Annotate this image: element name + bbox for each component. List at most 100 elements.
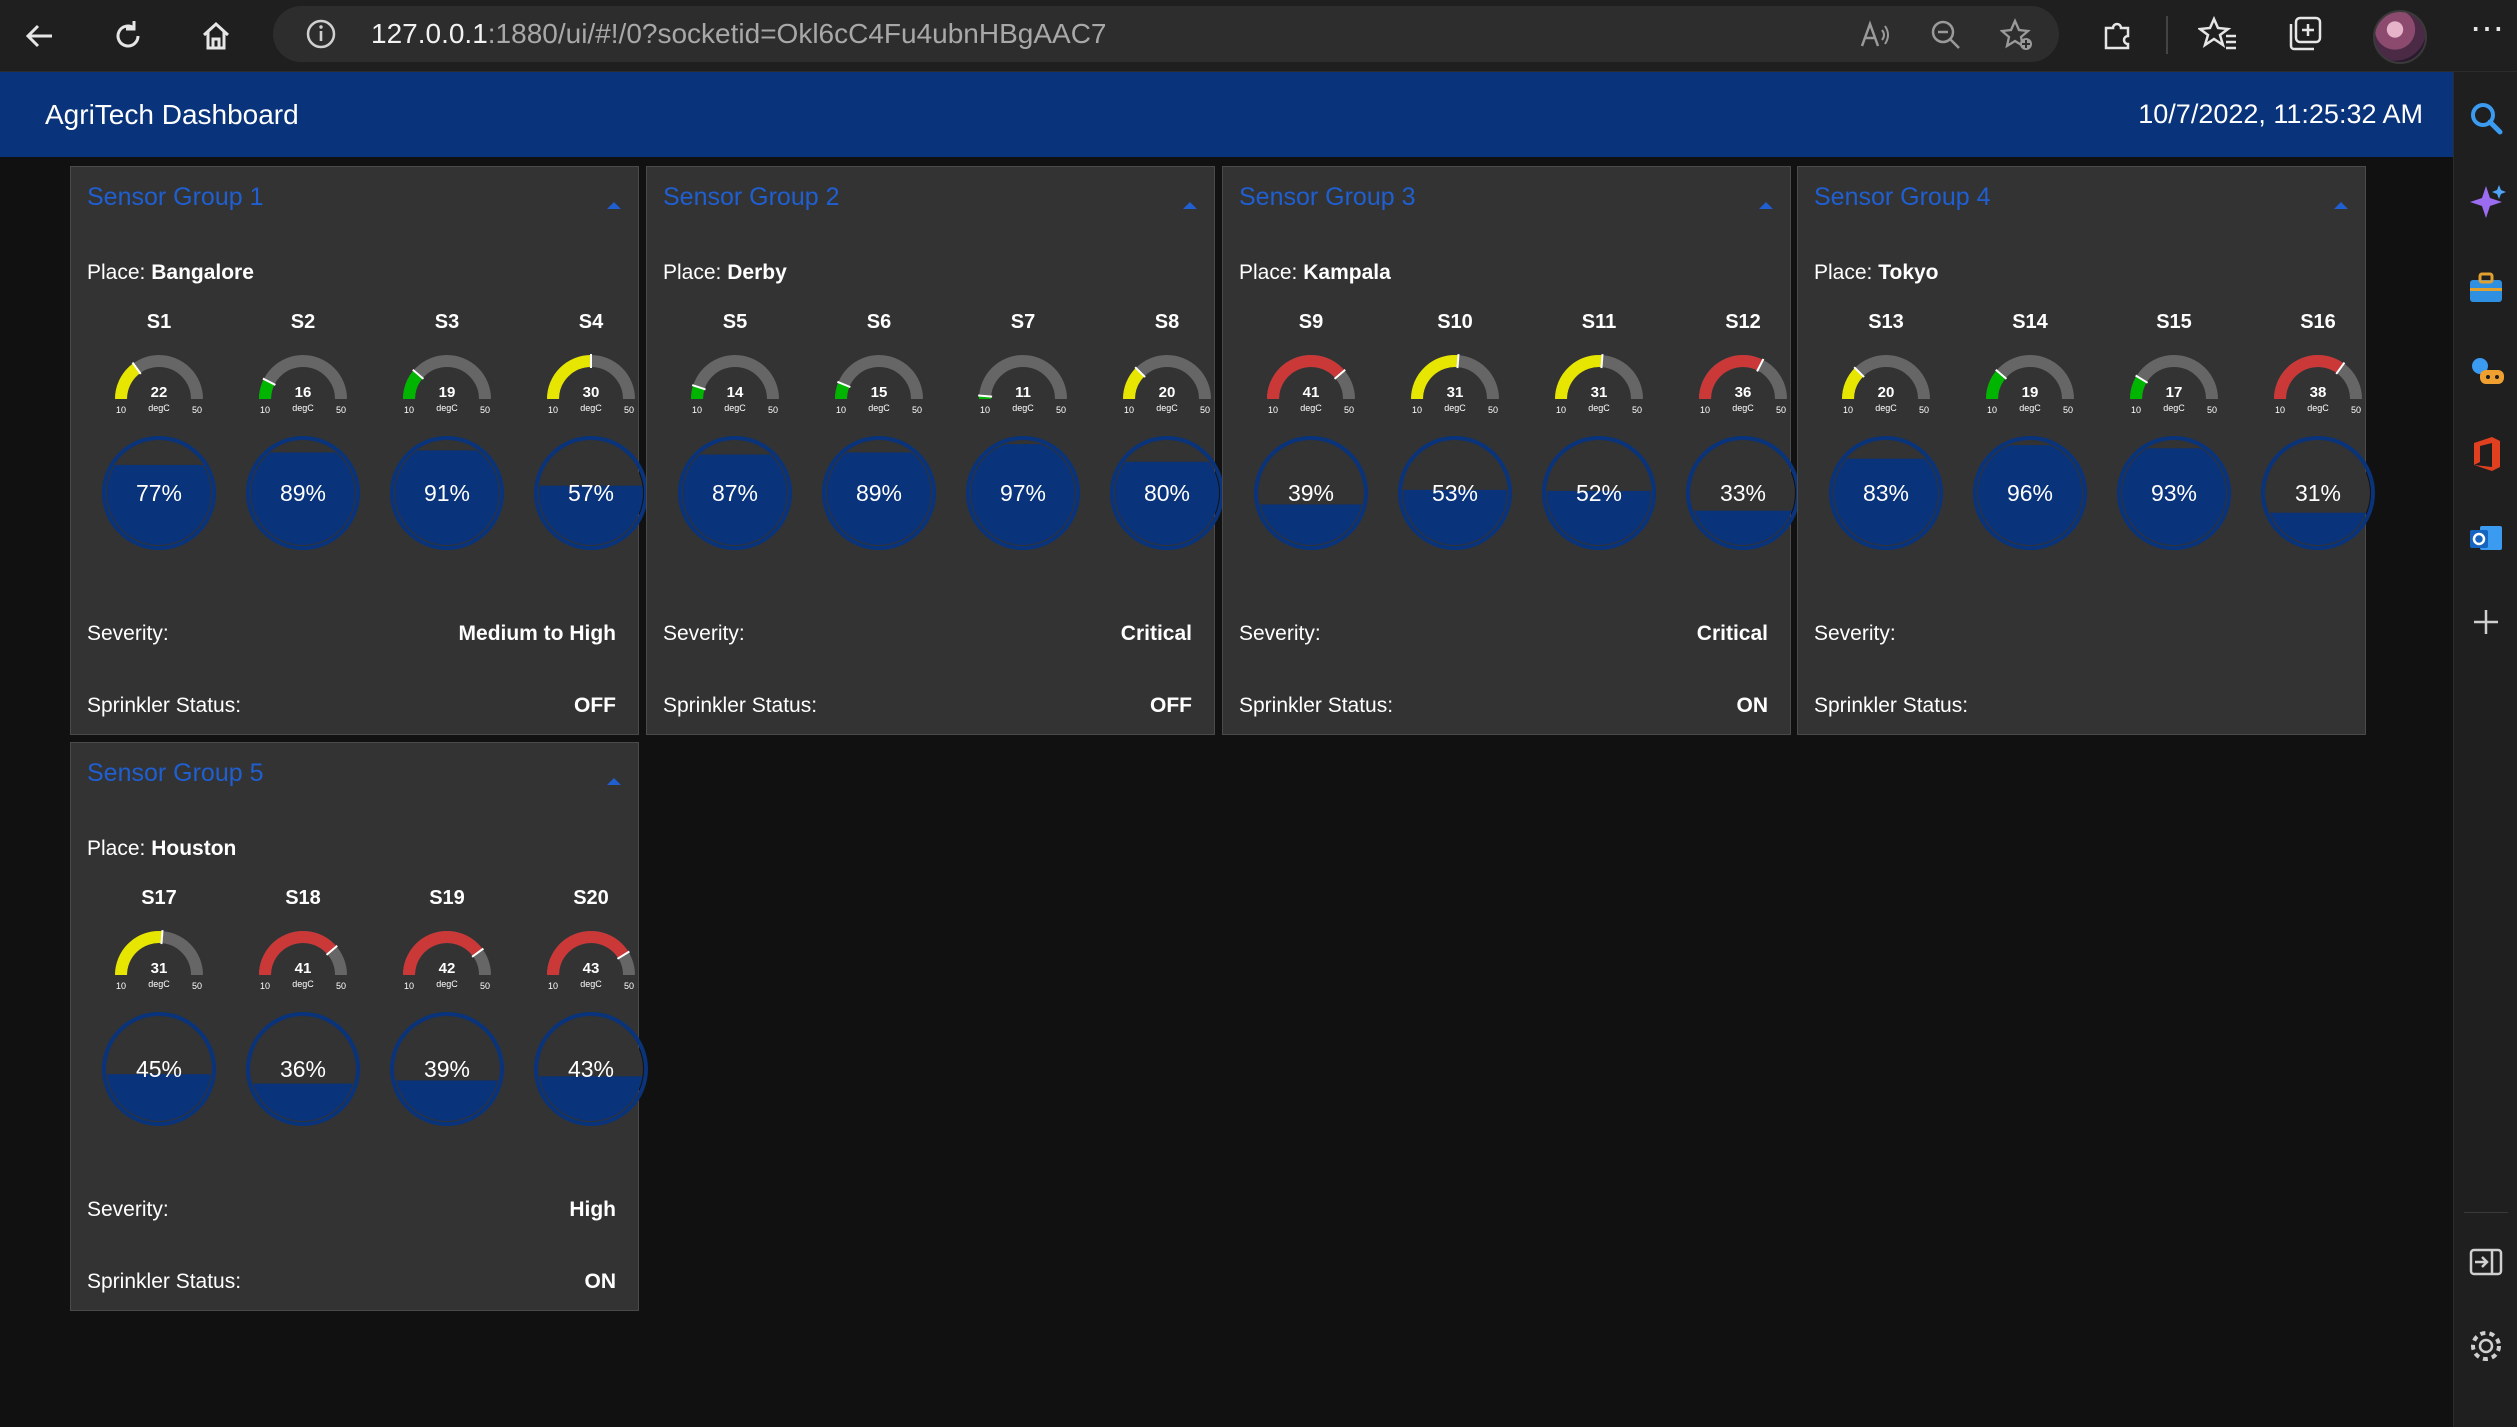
- sprinkler-label: Sprinkler Status:: [663, 694, 818, 717]
- collapse-chevron-up-icon[interactable]: [1758, 197, 1774, 209]
- gauge-unit: degC: [580, 979, 602, 989]
- gauge-fill: [259, 379, 275, 400]
- sprinkler-label: Sprinkler Status:: [1814, 694, 1969, 717]
- moisture-tank: 39%: [389, 1011, 505, 1127]
- gauge-min: 10: [836, 405, 846, 415]
- back-button[interactable]: [16, 12, 64, 60]
- zoom-out-icon[interactable]: [1929, 18, 1963, 52]
- temperature-gauge: 30 degC 10 50: [541, 351, 641, 421]
- sensor-column: S20 43 degC 10 50 43%: [519, 887, 663, 1157]
- settings-more-icon[interactable]: ⋯: [2466, 12, 2508, 54]
- temperature-gauge: 31 degC 10 50: [1549, 351, 1649, 421]
- sensor-name: S8: [1154, 311, 1180, 333]
- temperature-gauge: 20 degC 10 50: [1117, 351, 1217, 421]
- gauge-value: 11: [1015, 384, 1031, 401]
- gauge-min: 10: [2131, 405, 2141, 415]
- gauge-min: 10: [260, 981, 270, 991]
- browser-toolbar: 127.0.0.1:1880/ui/#!/0?socketid=Okl6cC4F…: [0, 0, 2517, 72]
- place-label: Place:: [87, 837, 146, 860]
- temperature-gauge: 19 degC 10 50: [1980, 351, 2080, 421]
- group-title[interactable]: Sensor Group 3: [1239, 183, 1416, 212]
- sensor-name: S2: [290, 311, 316, 333]
- add-icon[interactable]: [2466, 602, 2506, 642]
- games-icon[interactable]: [2466, 352, 2506, 392]
- group-title[interactable]: Sensor Group 4: [1814, 183, 1991, 212]
- dashboard-title: AgriTech Dashboard: [45, 99, 299, 130]
- favorites-icon[interactable]: [2198, 14, 2238, 54]
- read-aloud-icon[interactable]: [1858, 18, 1892, 52]
- gauge-value: 38: [2310, 384, 2327, 401]
- search-icon[interactable]: [2466, 98, 2506, 138]
- profile-avatar[interactable]: [2373, 10, 2427, 64]
- refresh-button[interactable]: [104, 12, 152, 60]
- sensor-column: S4 30 degC 10 50 57%: [519, 311, 663, 581]
- gauge-max: 50: [1776, 405, 1786, 415]
- gauge-unit: degC: [292, 403, 314, 413]
- gauge-max: 50: [624, 405, 634, 415]
- gauge-unit: degC: [2307, 403, 2329, 413]
- sensor-column: S9 41 degC 10 50 39%: [1239, 311, 1383, 581]
- sensor-column: S12 36 degC 10 50 33%: [1671, 311, 1815, 581]
- group-title[interactable]: Sensor Group 5: [87, 759, 264, 788]
- sensor-name: S1: [146, 311, 172, 333]
- gauge-min: 10: [1556, 405, 1566, 415]
- temperature-gauge: 22 degC 10 50: [109, 351, 209, 421]
- copilot-sparkle-icon[interactable]: [2466, 182, 2506, 222]
- gauge-value: 15: [871, 384, 888, 401]
- gauge-max: 50: [480, 981, 490, 991]
- moisture-tank: 80%: [1109, 435, 1225, 551]
- office-icon[interactable]: [2466, 434, 2506, 474]
- moisture-tank: 93%: [2116, 435, 2232, 551]
- moisture-tank: 31%: [2260, 435, 2376, 551]
- gauge-unit: degC: [148, 403, 170, 413]
- severity-label: Severity:: [1814, 622, 1896, 645]
- group-title[interactable]: Sensor Group 2: [663, 183, 840, 212]
- temperature-gauge: 38 degC 10 50: [2268, 351, 2368, 421]
- gauge-max: 50: [336, 405, 346, 415]
- moisture-tank: 96%: [1972, 435, 2088, 551]
- gauge-max: 50: [2063, 405, 2073, 415]
- sensor-column: S6 15 degC 10 50 89%: [807, 311, 951, 581]
- sensor-column: S2 16 degC 10 50 89%: [231, 311, 375, 581]
- gauge-max: 50: [912, 405, 922, 415]
- gauge-value: 43: [583, 960, 600, 977]
- tank-percent: 87%: [712, 480, 758, 506]
- hide-sidebar-icon[interactable]: [2466, 1242, 2506, 1282]
- collapse-chevron-up-icon[interactable]: [606, 773, 622, 785]
- collections-icon[interactable]: [2286, 14, 2326, 54]
- url-text[interactable]: 127.0.0.1:1880/ui/#!/0?socketid=Okl6cC4F…: [371, 6, 1107, 62]
- sensor-name: S4: [578, 311, 604, 333]
- gauge-fill: [835, 382, 850, 400]
- site-info-icon[interactable]: [305, 18, 337, 50]
- gauge-value: 16: [295, 384, 312, 401]
- collapse-chevron-up-icon[interactable]: [606, 197, 622, 209]
- collapse-chevron-up-icon[interactable]: [1182, 197, 1198, 209]
- gauge-min: 10: [1843, 405, 1853, 415]
- sprinkler-status: OFF: [574, 694, 616, 717]
- tank-percent: 96%: [2007, 480, 2053, 506]
- gauge-value: 42: [439, 960, 456, 977]
- collapse-chevron-up-icon[interactable]: [2333, 197, 2349, 209]
- outlook-icon[interactable]: [2466, 518, 2506, 558]
- home-button[interactable]: [192, 12, 240, 60]
- extensions-icon[interactable]: [2098, 14, 2138, 54]
- moisture-tank: 91%: [389, 435, 505, 551]
- gauge-min: 10: [1268, 405, 1278, 415]
- tank-percent: 39%: [424, 1056, 470, 1082]
- sidebar-settings-icon[interactable]: [2466, 1326, 2506, 1366]
- address-bar[interactable]: 127.0.0.1:1880/ui/#!/0?socketid=Okl6cC4F…: [273, 6, 2059, 62]
- temperature-gauge: 11 degC 10 50: [973, 351, 1073, 421]
- gauge-min: 10: [1700, 405, 1710, 415]
- gauge-min: 10: [2275, 405, 2285, 415]
- place-line: Place: Kampala: [1239, 261, 1391, 285]
- sensor-column: S18 41 degC 10 50 36%: [231, 887, 375, 1157]
- tank-percent: 80%: [1144, 480, 1190, 506]
- favorite-add-icon[interactable]: [2000, 18, 2034, 52]
- sensor-group-card: Sensor Group 3 Place: Kampala S9 41 degC 10 50…: [1222, 166, 1800, 735]
- tank-percent: 39%: [1288, 480, 1334, 506]
- back-arrow-icon: [25, 24, 52, 48]
- tools-briefcase-icon[interactable]: [2466, 268, 2506, 308]
- tank-percent: 53%: [1432, 480, 1478, 506]
- group-title[interactable]: Sensor Group 1: [87, 183, 264, 212]
- url-host: 127.0.0.1: [371, 18, 488, 49]
